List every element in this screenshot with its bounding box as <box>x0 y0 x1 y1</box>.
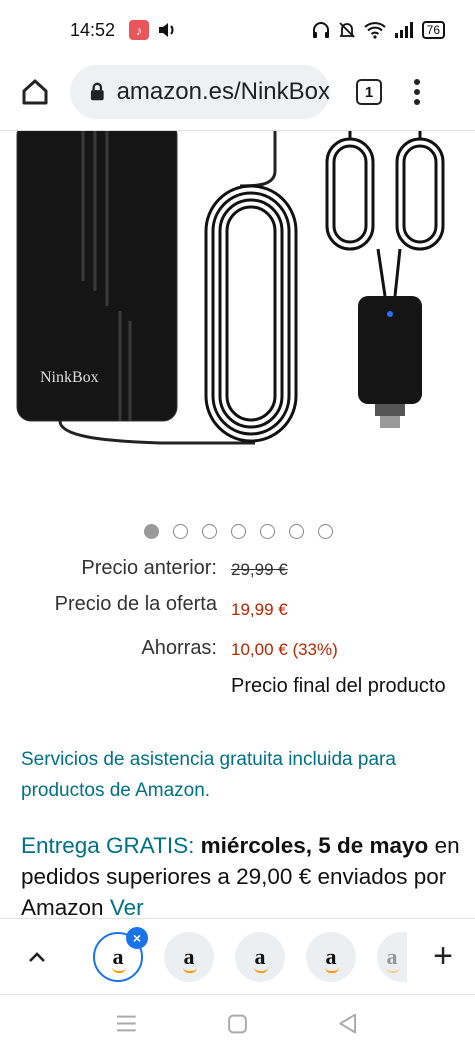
previous-price-label: Precio anterior: <box>81 557 217 579</box>
previous-price-value: 29,99 € <box>231 560 288 579</box>
more-menu-icon[interactable] <box>414 79 420 105</box>
wifi-icon <box>363 22 386 39</box>
status-time: 14:52 <box>70 19 116 40</box>
bell-off-icon <box>339 22 355 38</box>
image-carousel-dots <box>0 524 475 539</box>
carousel-dot[interactable] <box>173 524 188 539</box>
tab-thumbnail[interactable]: a <box>377 932 407 982</box>
signal-icon <box>394 22 413 38</box>
battery-icon: 76 <box>421 21 445 39</box>
recents-icon[interactable] <box>116 1015 136 1032</box>
amazon-logo-icon: a <box>253 944 268 973</box>
lock-icon <box>90 82 104 101</box>
tab-thumbnail[interactable]: a <box>235 932 285 982</box>
volume-icon <box>159 23 174 37</box>
amazon-logo-icon: a <box>324 944 339 973</box>
carousel-dot[interactable] <box>260 524 275 539</box>
address-bar[interactable]: amazon.es/NinkBox <box>70 65 330 119</box>
browser-toolbar: amazon.es/NinkBox 1 <box>0 60 475 124</box>
amazon-logo-icon: a <box>111 944 126 973</box>
tab-strip: a × a a a a + <box>0 918 475 994</box>
home-button[interactable] <box>10 67 60 117</box>
status-bar: 14:52 ♪ 76 <box>0 0 475 60</box>
delivery-details-link[interactable]: Ver <box>110 895 144 920</box>
delivery-info: Entrega GRATIS: miércoles, 5 de mayo en … <box>21 830 461 923</box>
new-tab-button[interactable]: + <box>433 939 453 973</box>
carousel-dot[interactable] <box>144 524 159 539</box>
url-text: amazon.es/NinkBox <box>116 78 330 105</box>
delivery-date: miércoles, 5 de mayo <box>200 833 429 858</box>
headphones-icon <box>312 22 329 38</box>
tab-thumbnail[interactable]: a × <box>93 927 148 982</box>
final-price-note: Precio final del producto <box>231 675 446 697</box>
carousel-dot[interactable] <box>318 524 333 539</box>
carousel-dot[interactable] <box>231 524 246 539</box>
product-image[interactable]: NinkBox <box>0 131 475 511</box>
tab-count: 1 <box>364 83 374 101</box>
carousel-dot[interactable] <box>289 524 304 539</box>
expand-tabs-button[interactable] <box>22 950 52 964</box>
carousel-dot[interactable] <box>202 524 217 539</box>
offer-price-value: 19,99 € <box>231 600 288 619</box>
music-app-icon: ♪ <box>129 20 150 40</box>
savings-label: Ahorras: <box>141 637 217 659</box>
tabs-button[interactable]: 1 <box>356 79 382 105</box>
tab-thumbnail[interactable]: a <box>306 932 356 982</box>
free-services-link[interactable]: Servicios de asistencia gratuita incluid… <box>21 744 461 806</box>
free-delivery-label: Entrega GRATIS: <box>21 833 195 858</box>
back-nav-icon[interactable] <box>339 1013 357 1034</box>
offer-price-label: Precio de la oferta <box>54 593 217 615</box>
battery-level: 76 <box>426 23 440 37</box>
home-icon <box>22 79 48 105</box>
system-nav-bar <box>0 994 475 1056</box>
tab-thumbnail[interactable]: a <box>164 932 214 982</box>
chevron-up-icon <box>29 951 45 962</box>
close-tab-icon[interactable]: × <box>126 927 148 949</box>
product-logo-text: NinkBox <box>40 369 99 386</box>
amazon-logo-icon: a <box>182 944 197 973</box>
home-nav-icon[interactable] <box>228 1014 247 1034</box>
amazon-logo-icon: a <box>385 944 400 973</box>
savings-value: 10,00 € (33%) <box>231 640 338 659</box>
